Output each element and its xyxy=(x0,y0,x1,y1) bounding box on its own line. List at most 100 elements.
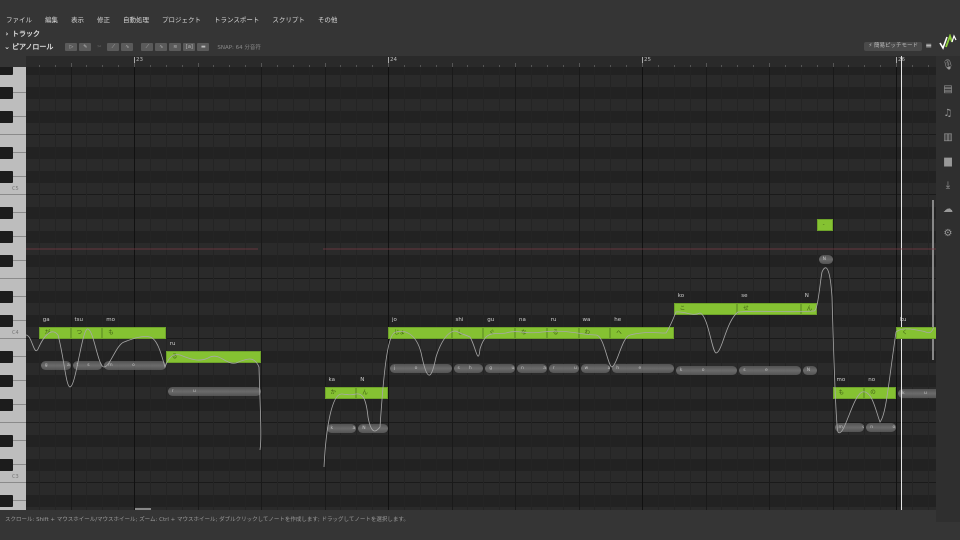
grid-line xyxy=(372,67,374,510)
note[interactable]: ん xyxy=(356,387,388,399)
grid-line xyxy=(261,67,262,510)
black-key[interactable] xyxy=(0,315,13,327)
note[interactable]: こ xyxy=(673,303,738,315)
phoneme-waveform: w a xyxy=(580,364,611,373)
black-key[interactable] xyxy=(0,147,13,159)
black-key[interactable] xyxy=(0,459,13,471)
gear-icon[interactable]: ⚙ xyxy=(941,228,955,242)
timeline-ruler[interactable]: 23242526 xyxy=(26,56,936,67)
track-section-label: トラック xyxy=(12,29,40,38)
note[interactable]: る xyxy=(165,351,261,363)
black-key[interactable] xyxy=(0,255,13,267)
piano-roll-grid[interactable]: g aがgats uつtsum oもmor uるruk aかkaNんNj oじょ… xyxy=(26,67,936,510)
menu-item[interactable]: ファイル xyxy=(6,14,32,28)
black-key[interactable] xyxy=(0,207,13,219)
snap-setting[interactable]: SNAP: 64 分音符 xyxy=(217,43,261,51)
playhead[interactable] xyxy=(901,56,902,510)
chevron-down-icon[interactable]: ⌄ xyxy=(2,43,12,51)
grid-row xyxy=(26,171,936,183)
menu-item[interactable]: 修正 xyxy=(97,14,110,28)
black-key[interactable] xyxy=(0,435,13,447)
key-label: C4 xyxy=(12,330,19,336)
menu-item[interactable]: 表示 xyxy=(71,14,84,28)
grid-row xyxy=(26,339,936,351)
grid-line xyxy=(308,67,310,510)
cloud-icon[interactable]: ☁ xyxy=(941,204,955,218)
microphone-icon[interactable]: 🎙 xyxy=(941,60,955,74)
note[interactable]: し xyxy=(451,327,484,339)
track-section-header[interactable]: › トラック xyxy=(0,28,40,39)
black-key[interactable] xyxy=(0,87,13,99)
note-phoneme-label: na xyxy=(519,317,526,323)
note-phoneme-label: ru xyxy=(550,317,557,323)
menu-item[interactable]: その他 xyxy=(318,14,338,28)
scissors-tool-icon[interactable]: ✂ xyxy=(93,43,105,51)
note[interactable]: な xyxy=(515,327,547,339)
snap-value[interactable]: 64 分音符 xyxy=(236,45,261,51)
grid-row xyxy=(26,183,936,195)
note[interactable]: わ xyxy=(578,327,611,339)
measure-label[interactable]: 25 xyxy=(642,57,651,65)
sidebar-icon[interactable]: ▬ xyxy=(197,43,210,51)
note[interactable]: も xyxy=(102,327,166,339)
note[interactable]: る xyxy=(546,327,579,339)
film-icon[interactable]: ▤ xyxy=(941,84,955,98)
menu-item[interactable]: 自動処理 xyxy=(123,14,149,28)
note[interactable]: く xyxy=(896,327,936,339)
black-key[interactable] xyxy=(0,171,13,183)
grid-line xyxy=(292,67,294,510)
black-key[interactable] xyxy=(0,111,13,123)
menu-item[interactable]: スクリプト xyxy=(272,14,305,28)
black-key[interactable] xyxy=(0,351,13,363)
black-key[interactable] xyxy=(0,231,13,243)
note[interactable]: か xyxy=(324,387,357,399)
vibrato-icon[interactable]: ∿ xyxy=(155,43,168,51)
note-mode-icon[interactable]: ⟋ xyxy=(107,43,120,51)
measure-label[interactable]: 23 xyxy=(134,57,143,65)
pointer-tool-icon[interactable]: ▷ xyxy=(65,43,78,51)
note[interactable]: ん xyxy=(800,303,817,315)
pitch-line-icon[interactable]: ⟋ xyxy=(141,43,154,51)
black-key[interactable] xyxy=(0,399,13,411)
menu-item[interactable]: プロジェクト xyxy=(162,14,201,28)
music-note-icon[interactable]: ♫ xyxy=(941,108,955,122)
grid-line xyxy=(832,67,834,510)
note[interactable]: も xyxy=(832,387,865,399)
note[interactable]: - xyxy=(816,219,833,231)
menu-item[interactable]: 編集 xyxy=(45,14,58,28)
note[interactable]: の xyxy=(864,387,896,399)
grid-line xyxy=(864,67,866,510)
phoneme-waveform: k a xyxy=(326,424,357,433)
black-key[interactable] xyxy=(0,495,13,507)
key-label: C3 xyxy=(12,474,19,480)
note[interactable]: が xyxy=(38,327,71,339)
book-icon[interactable]: ▆ xyxy=(941,156,955,170)
hamburger-icon[interactable]: ≡ xyxy=(925,41,932,50)
library-icon[interactable]: ▥ xyxy=(941,132,955,146)
menu-item[interactable]: トランスポート xyxy=(214,14,259,28)
pitch-mode-icon[interactable]: ∿ xyxy=(121,43,134,51)
horizontal-scrollbar[interactable] xyxy=(135,508,151,510)
note[interactable]: せ xyxy=(737,303,801,315)
simple-pitch-mode-button[interactable]: ⚡ 簡易ピッチモード xyxy=(864,42,922,51)
waveform-icon[interactable]: ≋ xyxy=(169,43,182,51)
chevron-right-icon[interactable]: › xyxy=(2,30,12,38)
note-phoneme-label: gu xyxy=(487,317,495,323)
render-icon[interactable]: ⤓ xyxy=(941,180,955,194)
phoneme-waveform: N m xyxy=(802,366,817,375)
black-key[interactable] xyxy=(0,375,13,387)
black-key[interactable] xyxy=(0,291,13,303)
black-key[interactable] xyxy=(0,67,13,75)
grid-line xyxy=(134,67,135,510)
pen-tool-icon[interactable]: ✎ xyxy=(79,43,92,51)
note[interactable]: つ xyxy=(70,327,103,339)
piano-keyboard[interactable]: C5 C4 C3 xyxy=(0,67,26,510)
phoneme-icon[interactable]: [a] xyxy=(183,43,196,51)
note[interactable]: へ xyxy=(610,327,674,339)
grid-line xyxy=(356,67,358,510)
note[interactable]: じょ xyxy=(388,327,452,339)
measure-label[interactable]: 24 xyxy=(388,57,397,65)
menu-bar: ファイル 編集 表示 修正 自動処理 プロジェクト トランスポート スクリプト その他 xyxy=(0,14,344,28)
grid-line xyxy=(324,67,326,510)
note[interactable]: ぐ xyxy=(483,327,515,339)
